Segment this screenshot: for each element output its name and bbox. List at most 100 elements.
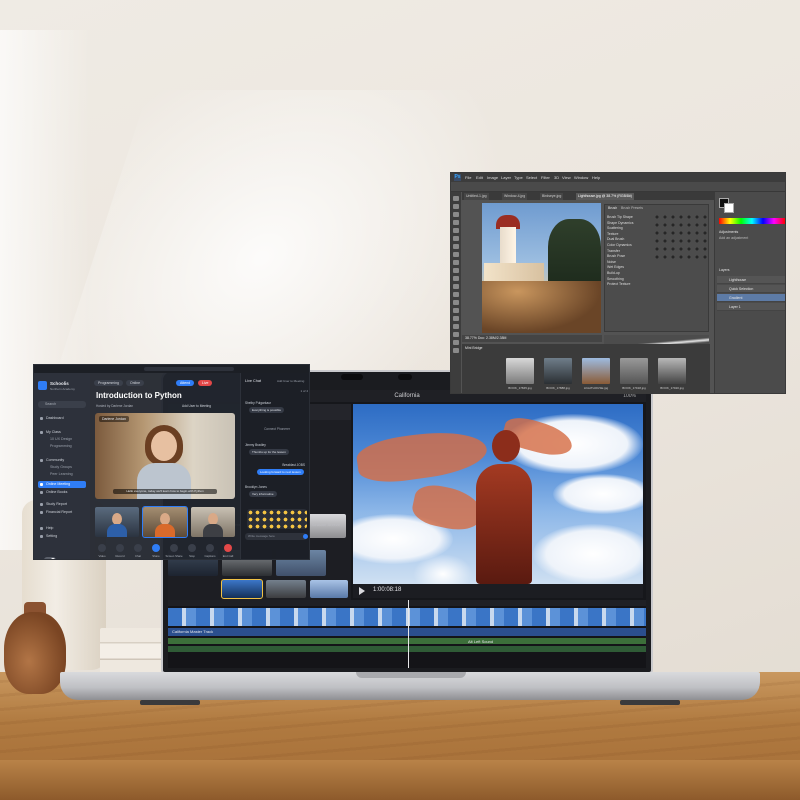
blur-tool-icon[interactable] <box>453 292 459 297</box>
video-toggle-icon[interactable] <box>98 544 106 552</box>
lasso-tool-icon[interactable] <box>453 212 459 217</box>
options-bar[interactable] <box>451 182 785 192</box>
stamp-tool-icon[interactable] <box>453 260 459 265</box>
bridge-thumbnail[interactable] <box>544 358 572 384</box>
history-brush-tool-icon[interactable] <box>453 268 459 273</box>
brush-setting[interactable]: Protect Texture <box>607 282 651 288</box>
crop-tool-icon[interactable] <box>453 228 459 233</box>
meeting-app-window[interactable]: Schoolis Northern Academy Search Dashboa… <box>33 364 310 560</box>
menu-type[interactable]: Type <box>514 175 523 180</box>
zoom-tool-icon[interactable] <box>453 348 459 353</box>
theme-toggle[interactable] <box>44 557 56 559</box>
audio-track-primary[interactable] <box>168 628 646 636</box>
tag-pill[interactable]: Online <box>126 380 145 386</box>
right-panels[interactable]: Adjustments Add an adjustment Layers Lig… <box>714 192 785 393</box>
sidebar-item-online-books[interactable]: Online Books <box>38 489 86 496</box>
brush-tip-grid[interactable] <box>653 213 707 263</box>
path-select-tool-icon[interactable] <box>453 324 459 329</box>
share-icon[interactable] <box>152 544 160 552</box>
bridge-thumbnail[interactable] <box>620 358 648 384</box>
document-canvas[interactable] <box>482 203 601 333</box>
active-speaker-video[interactable]: Darlene Jordan Hello everyone, today we'… <box>95 413 235 499</box>
sidebar-item-online-meeting[interactable]: Online Meeting <box>38 481 86 488</box>
menu-view[interactable]: View <box>562 175 571 180</box>
eyedropper-tool-icon[interactable] <box>453 236 459 241</box>
menu-help[interactable]: Help <box>592 175 600 180</box>
sidebar-subitem[interactable]: Peer Learning <box>38 471 86 478</box>
brush-tab[interactable]: Brush <box>608 206 617 210</box>
bridge-thumbnail[interactable] <box>582 358 610 384</box>
sidebar-item-study-report[interactable]: Study Report <box>38 501 86 508</box>
record-icon[interactable] <box>116 544 124 552</box>
brush-presets-tab[interactable]: Brush Presets <box>621 206 643 210</box>
address-bar[interactable] <box>144 367 234 371</box>
brush-settings-list[interactable]: Brush Tip Shape Shape Dynamics Scatterin… <box>607 215 651 288</box>
chat-tab[interactable]: Add User to Meeting <box>277 379 304 383</box>
add-user-button[interactable]: Add User to Meeting <box>182 404 211 408</box>
doc-tab[interactable]: Birdseye.jpg <box>540 193 564 200</box>
brush-tool-icon[interactable] <box>453 252 459 257</box>
menu-edit[interactable]: Edit <box>476 175 483 180</box>
clip-thumbnail[interactable] <box>310 580 348 598</box>
video-viewer[interactable] <box>353 404 643 584</box>
clip-thumbnail-selected[interactable] <box>221 579 263 599</box>
gradient-tool-icon[interactable] <box>453 284 459 289</box>
doc-tab-active[interactable]: Lighthouse.jpg @ 38.7% (RGB/8#) <box>576 193 634 200</box>
layer-row[interactable]: Lighthouse <box>717 276 785 284</box>
brush-panel[interactable]: Brush Brush Presets Brush Tip Shape Shap… <box>604 204 709 332</box>
mini-bridge-label[interactable]: Mini Bridge <box>465 346 483 350</box>
captions-icon[interactable] <box>206 544 214 552</box>
playback-controls[interactable]: 1:00:08:18 <box>353 584 643 598</box>
sidebar-item-dashboard[interactable]: Dashboard <box>38 415 86 422</box>
send-icon[interactable] <box>303 534 308 539</box>
tag-pill[interactable]: Programming <box>94 380 124 386</box>
audio-track-music[interactable] <box>168 646 646 652</box>
layers-heading[interactable]: Layers <box>719 268 730 272</box>
healing-tool-icon[interactable] <box>453 244 459 249</box>
document-tabs[interactable]: Untitled-1.jpg Window-4.jpg Birdseye.jpg… <box>462 192 722 200</box>
sidebar-item-financial-report[interactable]: Financial Report <box>38 509 86 516</box>
participant-tile[interactable] <box>191 507 235 537</box>
layer-row[interactable]: Layer 1 <box>717 303 785 311</box>
move-tool-icon[interactable] <box>453 196 459 201</box>
marquee-tool-icon[interactable] <box>453 204 459 209</box>
play-icon[interactable] <box>359 587 365 595</box>
end-call-icon[interactable] <box>224 544 232 552</box>
chat-input[interactable]: Write message here <box>245 533 307 540</box>
dodge-tool-icon[interactable] <box>453 300 459 305</box>
sidebar-item-my-class[interactable]: My Class <box>38 429 86 436</box>
doc-tab[interactable]: Untitled-1.jpg <box>464 193 489 200</box>
screen-share-icon[interactable] <box>170 544 178 552</box>
layer-row-selected[interactable]: Gradient <box>717 294 785 302</box>
layer-row[interactable]: Quick Selection <box>717 285 785 293</box>
participant-tile-active[interactable] <box>142 506 188 538</box>
hand-tool-icon[interactable] <box>453 340 459 345</box>
mini-bridge-panel[interactable]: Mini Bridge BOOK_17845.jpg BOOK_17888.jp… <box>462 344 710 393</box>
type-tool-icon[interactable] <box>453 316 459 321</box>
sidebar-search[interactable]: Search <box>38 401 86 408</box>
participant-tile[interactable] <box>95 507 139 537</box>
emoji-reactions[interactable] <box>247 509 307 529</box>
photoshop-window[interactable]: Ps File Edit Image Layer Type Select Fil… <box>450 172 786 394</box>
quick-select-tool-icon[interactable] <box>453 220 459 225</box>
background-color-swatch[interactable] <box>724 203 734 213</box>
video-track[interactable] <box>168 608 646 626</box>
menu-window[interactable]: Window <box>574 175 588 180</box>
timeline[interactable]: California Master Track Alt Left Sound <box>168 600 646 668</box>
clip-thumbnail[interactable] <box>266 580 306 598</box>
sidebar-subitem[interactable]: Programming <box>38 443 86 450</box>
eraser-tool-icon[interactable] <box>453 276 459 281</box>
sidebar-item-community[interactable]: Community <box>38 457 86 464</box>
attend-button[interactable]: Attend <box>176 380 195 386</box>
playhead[interactable] <box>408 600 409 668</box>
bridge-thumbnail[interactable] <box>506 358 534 384</box>
menu-image[interactable]: Image <box>487 175 498 180</box>
sidebar-subitem[interactable]: 10 UX Design <box>38 436 86 443</box>
color-spectrum[interactable] <box>719 218 785 224</box>
menu-select[interactable]: Select <box>526 175 537 180</box>
shape-tool-icon[interactable] <box>453 332 459 337</box>
timeline-ruler[interactable] <box>168 600 646 606</box>
menu-file[interactable]: File <box>465 175 471 180</box>
sidebar-item-setting[interactable]: Setting <box>38 533 86 540</box>
pen-tool-icon[interactable] <box>453 308 459 313</box>
